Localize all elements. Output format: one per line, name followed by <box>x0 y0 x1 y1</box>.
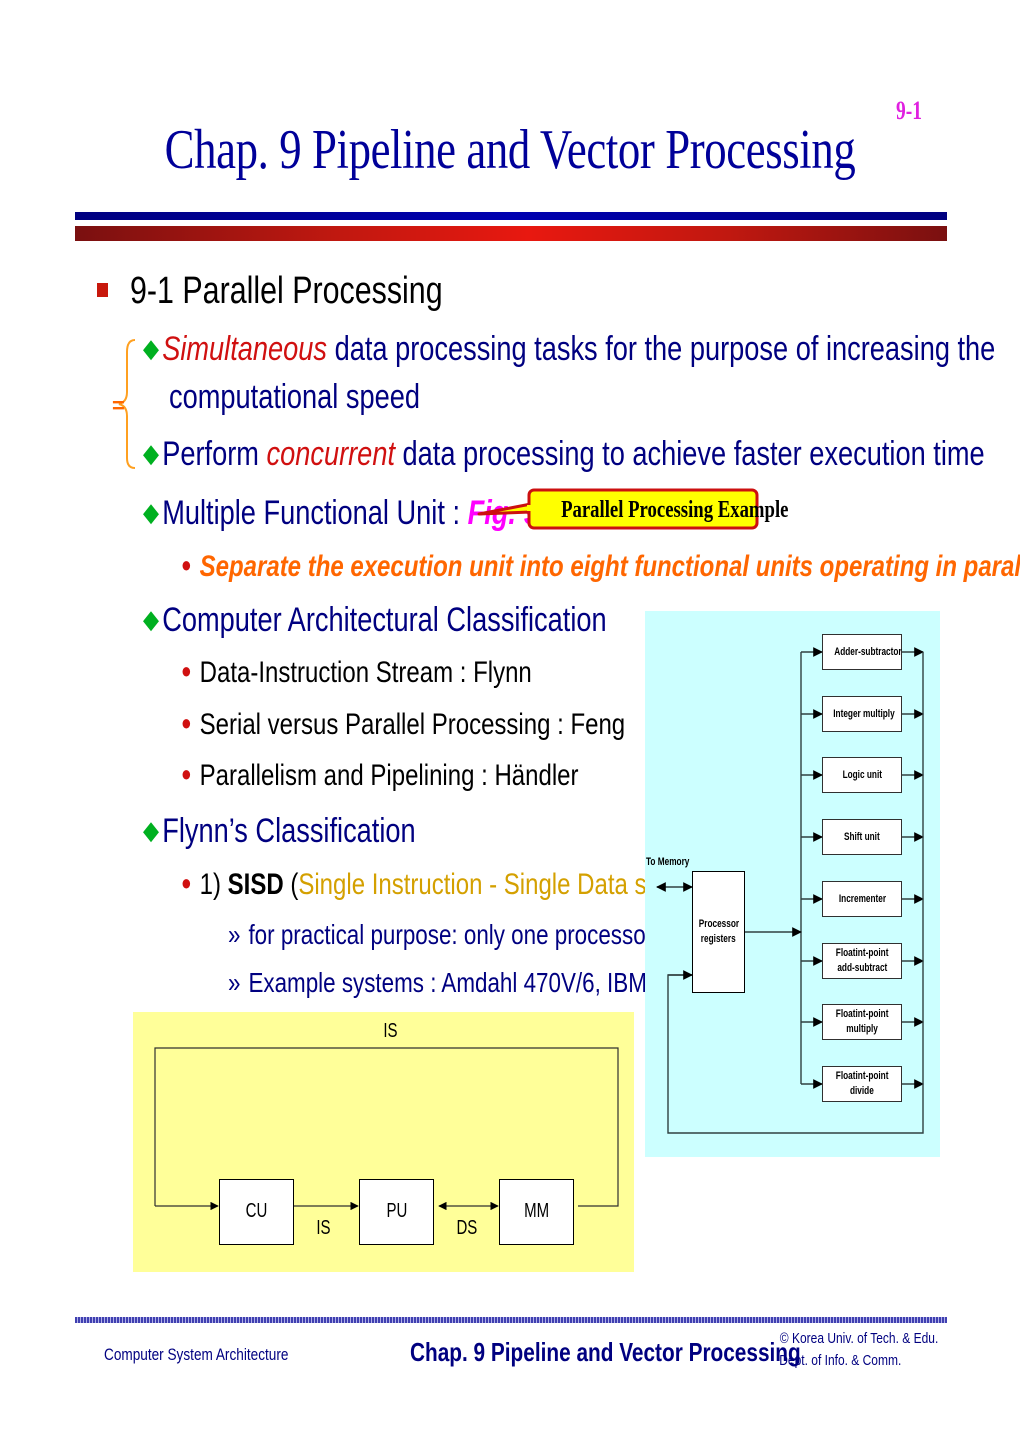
functional-unit-block: Floatint-point multiply <box>822 1004 902 1040</box>
functional-unit-label: add-subtract <box>837 962 887 974</box>
dot-bullet-icon: ● <box>181 710 192 735</box>
functional-unit-label: Logic unit <box>842 768 882 781</box>
functional-unit-block: Shift unit <box>822 819 902 855</box>
note-marker-icon: » <box>228 919 241 950</box>
functional-unit-block: Floatint-point divide <box>822 1066 902 1102</box>
diamond-bullet-icon: ◆ <box>143 333 159 363</box>
functional-unit-label: multiply <box>846 1023 878 1035</box>
functional-unit-label: Floatint-point <box>835 1070 889 1082</box>
sisd-abbr: SISD <box>227 868 284 901</box>
pu-label: PU <box>386 1200 407 1222</box>
point-prefix: Perform <box>162 435 267 473</box>
functional-unit-label: Floatint-point <box>835 1008 889 1020</box>
list-subitem: ● Parallelism and Pipelining : Händler <box>181 759 678 793</box>
diamond-bullet-icon: ◆ <box>143 815 159 845</box>
functional-unit-block: Floatint-point add-subtract <box>822 943 902 979</box>
dot-bullet-icon: ● <box>181 870 192 895</box>
emphasis-simultaneous: Simultaneous <box>162 330 328 368</box>
ds-link-label: DS <box>456 1217 478 1239</box>
header-rule-blue <box>75 212 947 220</box>
functional-unit-block: Adder-subtractor <box>822 634 902 670</box>
callout-text: Parallel Processing Example <box>561 497 789 523</box>
diamond-bullet-icon: ◆ <box>143 497 159 527</box>
section-heading-text: 9-1 Parallel Processing <box>130 270 443 312</box>
dot-bullet-icon: ● <box>181 761 192 786</box>
list-item-classification: ◆Computer Architectural Classification <box>143 601 723 640</box>
to-memory-label: To Memory <box>646 856 690 868</box>
footer-rule <box>75 1317 947 1323</box>
sisd-number: 1) <box>199 868 228 901</box>
cu-label: CU <box>245 1200 268 1222</box>
paren-open: ( <box>283 868 299 901</box>
subitem-text: Separate the execution unit into eight f… <box>199 550 1020 583</box>
subitem-text: Parallelism and Pipelining : Händler <box>199 759 579 792</box>
mm-label: MM <box>523 1200 549 1222</box>
diamond-bullet-icon: ◆ <box>143 604 159 634</box>
subitem-text: Serial versus Parallel Processing : Feng <box>199 708 626 741</box>
dot-bullet-icon: ● <box>181 658 192 683</box>
mfu-label: Multiple Functional Unit : <box>162 494 468 532</box>
emphasis-concurrent: concurrent <box>266 435 395 473</box>
footer-copyright: © Korea Univ. of Tech. & Edu. Dept. of I… <box>760 1328 938 1372</box>
list-item: ◆Simultaneous data processing tasks for … <box>143 330 1020 369</box>
note-marker-icon: » <box>228 967 241 998</box>
processor-registers-label: Processor registers <box>698 918 740 945</box>
functional-unit-label: Adder-subtractor <box>834 645 902 658</box>
point-text: data processing to achieve faster execut… <box>395 435 985 473</box>
point-text: data processing tasks for the purpose of… <box>327 330 996 368</box>
functional-unit-label: Integer multiply <box>833 707 895 720</box>
section-heading: 9-1 Parallel Processing <box>97 270 521 313</box>
functional-unit-block: Logic unit <box>822 757 902 793</box>
footer-course: Computer System Architecture <box>104 1345 289 1364</box>
classification-label: Computer Architectural Classification <box>162 601 607 639</box>
is-link-label: IS <box>315 1217 331 1239</box>
point-continuation-text: computational speed <box>169 378 421 416</box>
square-bullet-icon <box>97 283 108 297</box>
list-item-continuation: computational speed <box>169 378 483 417</box>
sisd-top-label: IS <box>382 1020 398 1042</box>
equals-sign: = <box>112 393 125 418</box>
list-subitem: ● Separate the execution unit into eight … <box>181 550 1020 584</box>
dot-bullet-icon: ● <box>181 552 192 577</box>
list-item: ◆Perform concurrent data processing to a… <box>143 435 1020 474</box>
functional-unit-label: Floatint-point <box>835 947 889 959</box>
list-item-flynn: ◆Flynn’s Classification <box>143 812 484 851</box>
diamond-bullet-icon: ◆ <box>143 438 159 468</box>
list-subitem: ● Data-Instruction Stream : Flynn <box>181 656 619 690</box>
functional-unit-block: Integer multiply <box>822 696 902 732</box>
footer-copyright-line1: © Korea Univ. of Tech. & Edu. <box>779 1330 939 1347</box>
header-rule-red <box>75 226 947 241</box>
footer-copyright-line2: Dept. of Info. & Comm. <box>778 1352 902 1369</box>
page-title: Chap. 9 Pipeline and Vector Processing <box>164 119 856 181</box>
functional-unit-label: Incrementer <box>838 892 886 905</box>
subitem-text: Data-Instruction Stream : Flynn <box>199 656 532 689</box>
functional-unit-label: divide <box>850 1085 874 1097</box>
functional-unit-label: Shift unit <box>844 830 880 843</box>
functional-unit-block: Incrementer <box>822 881 902 917</box>
flynn-label: Flynn’s Classification <box>162 812 416 850</box>
